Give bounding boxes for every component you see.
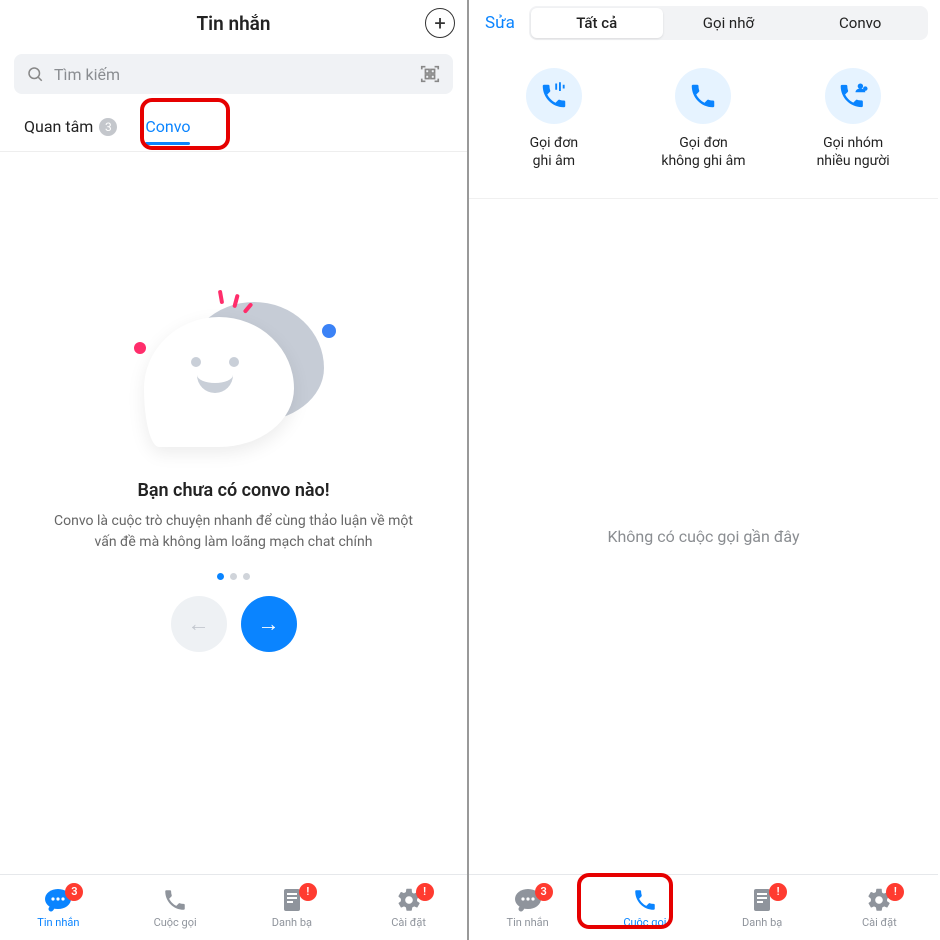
phone-icon	[675, 68, 731, 124]
search-input[interactable]: Tìm kiếm	[14, 54, 453, 94]
call-option-label: Gọi nhóm nhiều người	[817, 134, 890, 170]
call-option-label: Gọi đơn không ghi âm	[661, 134, 745, 170]
bottom-nav: 3 Tin nhắn Cuộc gọi Danh bạ Cài đặt	[469, 874, 938, 940]
page-dot[interactable]	[243, 573, 250, 580]
page-dot[interactable]	[230, 573, 237, 580]
nav-alert-badge	[886, 883, 904, 901]
nav-settings[interactable]: Cài đặt	[844, 887, 914, 929]
header: Tin nhắn +	[0, 0, 467, 46]
convo-illustration	[124, 262, 344, 462]
nav-label: Cuộc gọi	[623, 916, 666, 929]
nav-label: Cuộc gọi	[154, 916, 197, 929]
search-icon	[26, 65, 44, 83]
segment-control: Tất cả Gọi nhỡ Convo	[529, 6, 928, 40]
empty-state: Bạn chưa có convo nào! Convo là cuộc trò…	[0, 152, 467, 874]
nav-label: Tin nhắn	[37, 916, 79, 929]
call-option-record[interactable]: Gọi đơn ghi âm	[494, 68, 614, 170]
call-option-label: Gọi đơn ghi âm	[530, 134, 579, 170]
page-indicator	[217, 573, 250, 580]
nav-alert-badge	[299, 883, 317, 901]
nav-label: Danh bạ	[272, 916, 312, 929]
nav-label: Cài đặt	[391, 916, 426, 929]
search-wrap: Tìm kiếm	[0, 46, 467, 102]
page-title: Tin nhắn	[197, 12, 271, 35]
page-dot[interactable]	[217, 573, 224, 580]
pager-arrows: ← →	[171, 596, 297, 652]
nav-calls[interactable]: Cuộc gọi	[610, 887, 680, 929]
tab-label: Convo	[145, 117, 190, 136]
nav-settings[interactable]: Cài đặt	[374, 887, 444, 929]
message-tabs: Quan tâm 3 Convo	[0, 102, 467, 152]
call-options: Gọi đơn ghi âm Gọi đơn không ghi âm Gọi …	[469, 46, 938, 199]
plus-icon: +	[434, 11, 445, 35]
tab-badge: 3	[99, 118, 117, 136]
empty-title: Bạn chưa có convo nào!	[137, 480, 329, 501]
nav-label: Tin nhắn	[507, 916, 549, 929]
next-button[interactable]: →	[241, 596, 297, 652]
phone-group-icon	[825, 68, 881, 124]
search-placeholder: Tìm kiếm	[54, 65, 409, 84]
nav-messages[interactable]: 3 Tin nhắn	[493, 887, 563, 929]
arrow-left-icon: ←	[188, 611, 210, 637]
tab-label: Quan tâm	[24, 117, 93, 136]
nav-label: Cài đặt	[862, 916, 897, 929]
compose-button[interactable]: +	[425, 8, 455, 38]
screen-messages: Tin nhắn + Tìm kiếm Quan tâm 3 Convo	[0, 0, 469, 940]
segment-convo[interactable]: Convo	[794, 8, 926, 38]
call-option-norecord[interactable]: Gọi đơn không ghi âm	[643, 68, 763, 170]
nav-label: Danh bạ	[742, 916, 782, 929]
qr-scan-icon[interactable]	[419, 63, 441, 85]
prev-button[interactable]: ←	[171, 596, 227, 652]
phone-icon	[160, 887, 190, 913]
arrow-right-icon: →	[258, 611, 280, 637]
nav-calls[interactable]: Cuộc gọi	[140, 887, 210, 929]
nav-alert-badge	[769, 883, 787, 901]
nav-alert-badge	[416, 883, 434, 901]
nav-contacts[interactable]: Danh bạ	[257, 887, 327, 929]
phone-record-icon	[526, 68, 582, 124]
segment-missed[interactable]: Gọi nhỡ	[663, 8, 795, 38]
empty-subtitle: Convo là cuộc trò chuyện nhanh để cùng t…	[44, 511, 424, 553]
segment-all[interactable]: Tất cả	[531, 8, 663, 38]
screen-calls: Sửa Tất cả Gọi nhỡ Convo Gọi đơn ghi âm …	[469, 0, 938, 940]
empty-calls-message: Không có cuộc gọi gần đây	[469, 199, 938, 874]
call-option-group[interactable]: Gọi nhóm nhiều người	[793, 68, 913, 170]
nav-badge: 3	[535, 883, 553, 901]
phone-icon	[630, 887, 660, 913]
nav-contacts[interactable]: Danh bạ	[727, 887, 797, 929]
tab-underline	[145, 142, 190, 145]
header: Sửa Tất cả Gọi nhỡ Convo	[469, 0, 938, 46]
tab-care[interactable]: Quan tâm 3	[10, 102, 131, 151]
tab-convo[interactable]: Convo	[131, 102, 204, 151]
nav-badge: 3	[65, 883, 83, 901]
edit-button[interactable]: Sửa	[479, 13, 521, 33]
nav-messages[interactable]: 3 Tin nhắn	[23, 887, 93, 929]
bottom-nav: 3 Tin nhắn Cuộc gọi Danh bạ Cài đặt	[0, 874, 467, 940]
